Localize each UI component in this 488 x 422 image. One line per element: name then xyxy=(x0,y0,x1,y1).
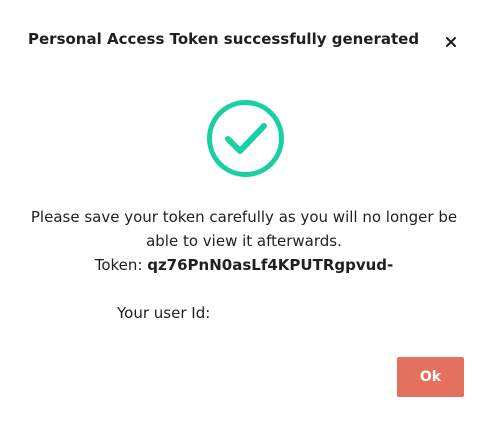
ok-button[interactable]: Ok xyxy=(397,357,464,397)
save-token-message: Please save your token carefully as you … xyxy=(30,208,458,250)
token-label: Token: xyxy=(94,256,143,274)
token-dialog: Personal Access Token successfully gener… xyxy=(0,0,488,422)
user-id-line: Your user Id: xyxy=(117,301,210,325)
user-id-label: Your user Id: xyxy=(117,304,211,322)
dialog-title: Personal Access Token successfully gener… xyxy=(28,30,420,48)
token-line: Token: qz76PnN0asLf4KPUTRgpvud- xyxy=(0,253,488,277)
check-circle-icon xyxy=(207,100,284,177)
token-value: qz76PnN0asLf4KPUTRgpvud- xyxy=(147,256,394,274)
close-icon xyxy=(446,37,456,47)
close-button[interactable] xyxy=(440,31,462,53)
